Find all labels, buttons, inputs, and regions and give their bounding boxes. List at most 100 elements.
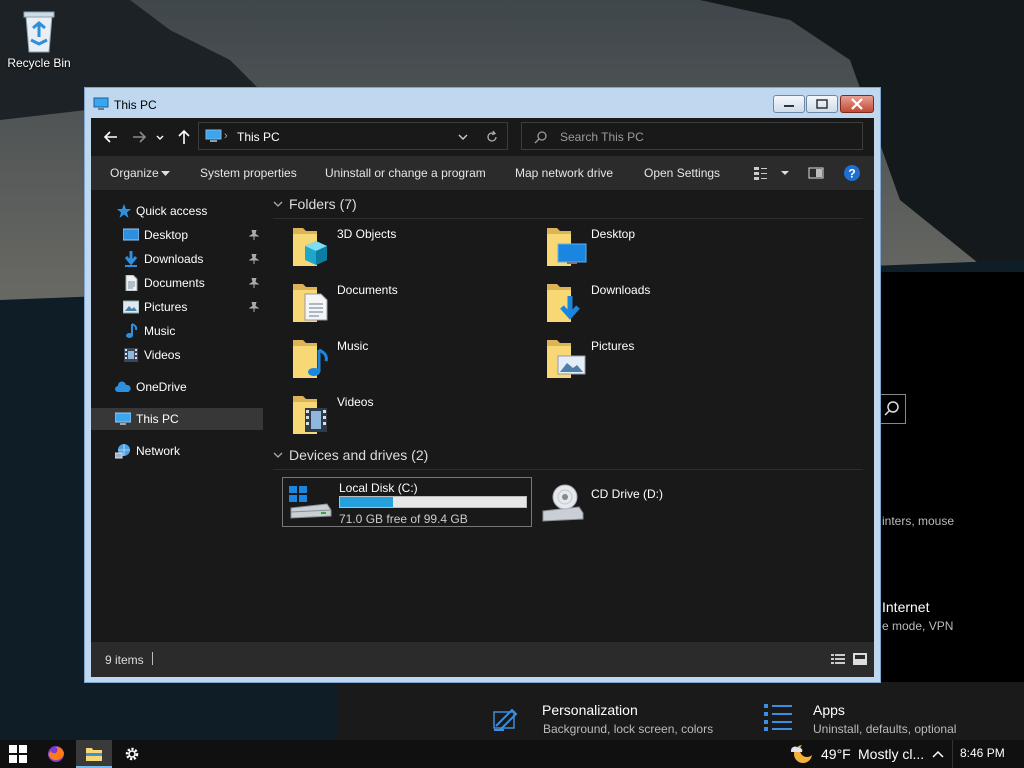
recent-locations-button[interactable] — [154, 127, 166, 147]
pin-icon[interactable] — [249, 230, 259, 240]
weather-condition: Mostly cl... — [858, 746, 925, 762]
cd-drive-icon — [542, 484, 584, 522]
settings-search-button[interactable] — [878, 394, 906, 424]
pin-icon[interactable] — [249, 302, 259, 312]
breadcrumb-path[interactable]: This PC — [237, 130, 280, 144]
restore-icon — [816, 99, 828, 109]
folder-label: Downloads — [591, 283, 651, 297]
nav-item-videos[interactable]: Videos — [91, 344, 263, 366]
hard-drive-icon — [289, 486, 332, 519]
nav-item-documents[interactable]: Documents — [91, 272, 263, 294]
nav-item-label: Documents — [144, 276, 205, 290]
command-bar: Organize System properties Uninstall or … — [91, 156, 874, 190]
nav-item-label: Videos — [144, 348, 181, 362]
search-box[interactable] — [521, 122, 863, 150]
open-settings-button[interactable]: Open Settings — [644, 166, 720, 180]
nav-item-label: Network — [136, 444, 181, 458]
group-divider — [273, 469, 863, 470]
maximize-button[interactable] — [806, 95, 838, 113]
preview-pane-button[interactable] — [807, 164, 825, 182]
map-network-drive-button[interactable]: Map network drive — [515, 166, 613, 180]
weather-moon-cloud-icon — [790, 743, 814, 763]
chevron-up-icon — [932, 750, 944, 758]
chevron-down-icon[interactable] — [457, 132, 469, 142]
show-hidden-icons-button[interactable] — [930, 746, 946, 762]
help-button[interactable]: ? — [843, 164, 861, 182]
taskbar-settings[interactable] — [114, 740, 150, 768]
settings-network-title[interactable]: Internet — [882, 599, 929, 615]
organize-button[interactable]: Organize — [110, 166, 159, 180]
nav-item-label: OneDrive — [136, 380, 187, 394]
caret-down-icon — [161, 171, 170, 176]
window-title: This PC — [114, 98, 157, 112]
change-view-button[interactable] — [751, 163, 791, 183]
start-button[interactable] — [0, 740, 36, 768]
details-view-icon[interactable] — [831, 653, 845, 665]
nav-item-label: Desktop — [144, 228, 189, 242]
settings-tile-personalization[interactable]: Personalization Background, lock screen,… — [488, 698, 718, 738]
pin-icon[interactable] — [249, 278, 259, 288]
drive-usage-bar — [339, 496, 527, 508]
pin-icon[interactable] — [249, 254, 259, 264]
forward-button[interactable] — [129, 127, 149, 147]
nav-item-onedrive[interactable]: OneDrive — [91, 376, 263, 398]
minimize-icon — [784, 105, 794, 107]
close-button[interactable] — [840, 95, 874, 113]
group-divider — [273, 218, 863, 219]
nav-item-network[interactable]: Network — [91, 440, 263, 462]
taskbar-file-explorer[interactable] — [76, 740, 112, 768]
weather-widget[interactable]: 49°F Mostly cl... — [786, 740, 936, 768]
tile-subtitle: Uninstall, defaults, optional — [813, 722, 957, 736]
apps-icon — [764, 704, 792, 731]
folder-videos[interactable]: Videos — [281, 390, 521, 440]
drive-local-disk-c[interactable]: Local Disk (C:) 71.0 GB free of 99.4 GB — [282, 477, 532, 527]
nav-item-label: Quick access — [136, 204, 208, 218]
settings-tile-apps[interactable]: Apps Uninstall, defaults, optional — [758, 698, 988, 738]
drive-cd-d[interactable]: CD Drive (D:) — [535, 477, 735, 527]
devices-group-header[interactable]: Devices and drives (2) — [273, 447, 863, 470]
folder-label: Documents — [337, 283, 398, 297]
nav-item-music[interactable]: Music — [91, 320, 263, 342]
minimize-button[interactable] — [773, 95, 805, 113]
taskbar-firefox[interactable] — [38, 740, 74, 768]
search-input[interactable] — [558, 127, 852, 147]
large-icons-view-icon[interactable] — [853, 652, 867, 666]
close-icon — [851, 98, 863, 110]
folder-3d-objects[interactable]: 3D Objects — [281, 222, 521, 272]
address-bar[interactable]: › This PC — [198, 122, 508, 150]
desktop-folder-icon — [547, 228, 587, 266]
preview-pane-icon — [808, 167, 824, 179]
refresh-icon[interactable] — [485, 130, 499, 144]
nav-item-this-pc[interactable]: This PC — [91, 408, 263, 430]
chevron-down-icon — [273, 201, 283, 207]
navigation-pane: Quick access Desktop Downloads Documents… — [91, 190, 265, 642]
system-properties-button[interactable]: System properties — [200, 166, 297, 180]
taskbar: 49°F Mostly cl... 8:46 PM — [0, 740, 1024, 768]
folder-downloads[interactable]: Downloads — [535, 278, 775, 328]
folder-music[interactable]: Music — [281, 334, 521, 384]
taskbar-clock[interactable]: 8:46 PM — [960, 746, 1005, 760]
uninstall-program-button[interactable]: Uninstall or change a program — [325, 166, 486, 180]
folders-group-header[interactable]: Folders (7) — [273, 196, 863, 219]
group-label: Folders (7) — [289, 196, 357, 212]
computer-icon — [93, 97, 109, 110]
film-icon — [124, 348, 138, 362]
folder-desktop[interactable]: Desktop — [535, 222, 775, 272]
item-count: 9 items — [105, 653, 144, 667]
desktop-icon-label: Recycle Bin — [7, 56, 71, 70]
nav-item-pictures[interactable]: Pictures — [91, 296, 263, 318]
file-explorer-window[interactable]: This PC › This PC Search This PC Organiz… — [84, 87, 881, 683]
desktop-icon-recycle-bin[interactable]: Recycle Bin — [6, 8, 72, 70]
back-button[interactable] — [101, 127, 121, 147]
settings-tiles-row: Personalization Background, lock screen,… — [338, 682, 1024, 740]
up-button[interactable] — [174, 127, 194, 147]
nav-item-quick-access[interactable]: Quick access — [91, 200, 263, 222]
tile-subtitle: Background, lock screen, colors — [543, 722, 714, 736]
explorer-body: › This PC Organize System properties Uni… — [91, 118, 874, 677]
folder-documents[interactable]: Documents — [281, 278, 521, 328]
nav-item-desktop[interactable]: Desktop — [91, 224, 263, 246]
folder-pictures[interactable]: Pictures — [535, 334, 775, 384]
weather-temp: 49°F — [821, 746, 851, 762]
nav-item-downloads[interactable]: Downloads — [91, 248, 263, 270]
title-bar[interactable]: This PC — [85, 88, 880, 118]
